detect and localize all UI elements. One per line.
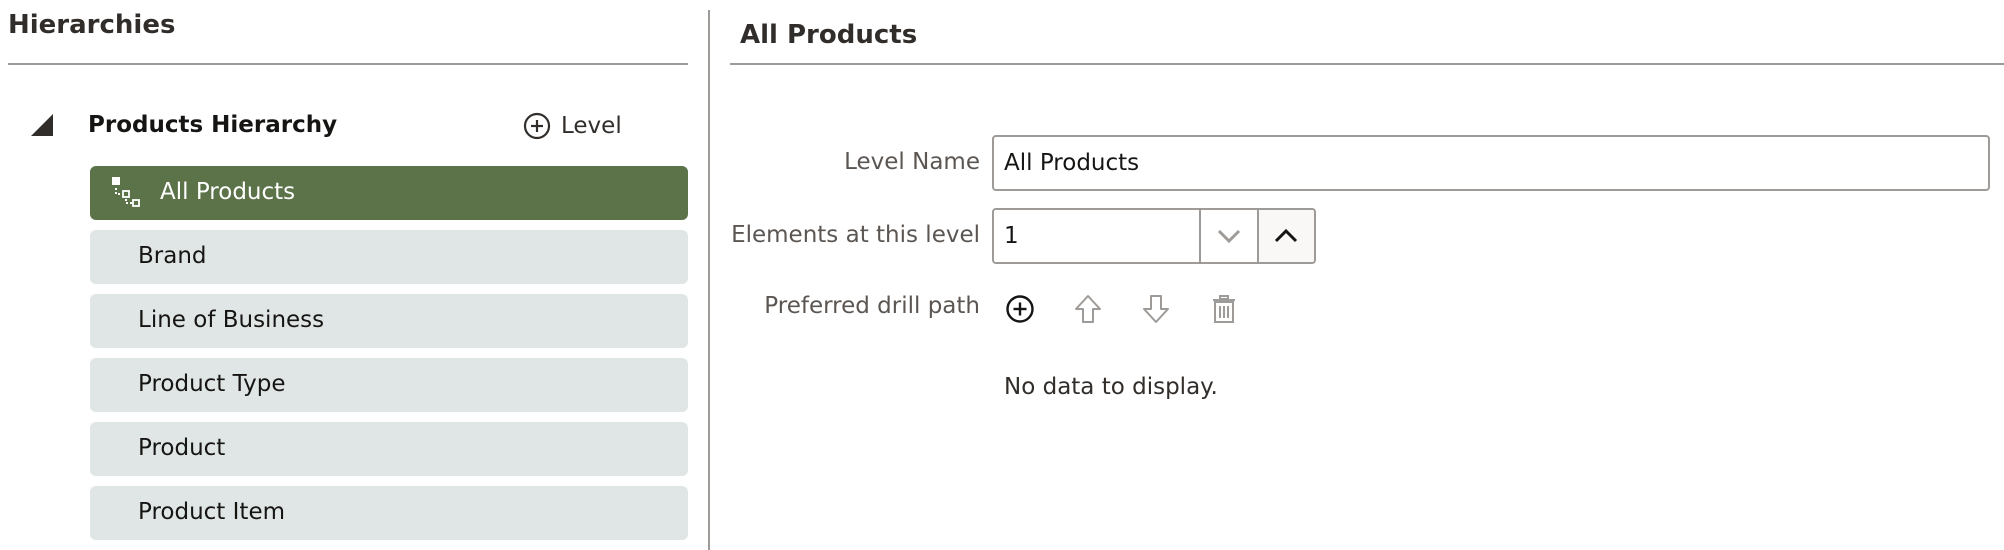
drill-path-toolbar [1003, 291, 1275, 327]
hierarchies-title: Hierarchies [8, 10, 176, 40]
level-item-product-type[interactable]: Product Type [90, 358, 688, 412]
level-name-input[interactable] [992, 135, 1990, 191]
level-item-label: Product [138, 435, 226, 461]
hierarchy-header: Products Hierarchy Level [0, 105, 700, 149]
arrow-down-icon [1143, 295, 1169, 323]
level-item-label: Product Item [138, 499, 285, 525]
arrow-up-icon [1075, 295, 1101, 323]
level-list: All Products Brand Line of Business Prod… [90, 166, 688, 550]
chevron-up-icon [1275, 229, 1298, 243]
elements-input[interactable] [994, 210, 1199, 262]
delete-drill-path-button[interactable] [1207, 292, 1241, 326]
circle-plus-icon [523, 112, 551, 140]
level-item-label: Brand [138, 243, 207, 269]
trash-icon [1213, 295, 1235, 323]
hierarchies-panel: Hierarchies Products Hierarchy Level All… [0, 0, 700, 550]
level-item-label: All Products [160, 179, 296, 205]
collapse-triangle-icon[interactable] [31, 114, 53, 136]
increment-button[interactable] [1256, 210, 1314, 262]
chevron-down-icon [1217, 229, 1240, 243]
level-name-label: Level Name [844, 149, 980, 175]
decrement-button[interactable] [1199, 210, 1257, 262]
elements-at-level-label: Elements at this level [731, 222, 980, 248]
level-details-title: All Products [740, 20, 918, 50]
level-item-product[interactable]: Product [90, 422, 688, 476]
level-item-product-item[interactable]: Product Item [90, 486, 688, 540]
hierarchies-title-divider [8, 63, 688, 65]
hierarchy-name: Products Hierarchy [88, 112, 338, 138]
elements-stepper [992, 208, 1316, 264]
move-up-button[interactable] [1071, 292, 1105, 326]
add-level-button[interactable]: Level [523, 109, 622, 143]
move-down-button[interactable] [1139, 292, 1173, 326]
no-data-message: No data to display. [1004, 374, 1218, 400]
level-details-title-divider [730, 63, 2004, 65]
panel-divider[interactable] [708, 10, 710, 550]
level-item-brand[interactable]: Brand [90, 230, 688, 284]
level-item-label: Line of Business [138, 307, 325, 333]
hierarchy-tree-icon [112, 177, 140, 207]
level-item-all-products[interactable]: All Products [90, 166, 688, 220]
circle-plus-icon [1006, 295, 1034, 323]
level-item-label: Product Type [138, 371, 286, 397]
add-level-label: Level [561, 113, 622, 139]
add-drill-path-button[interactable] [1003, 292, 1037, 326]
level-item-line-of-business[interactable]: Line of Business [90, 294, 688, 348]
drill-path-label: Preferred drill path [764, 293, 980, 319]
